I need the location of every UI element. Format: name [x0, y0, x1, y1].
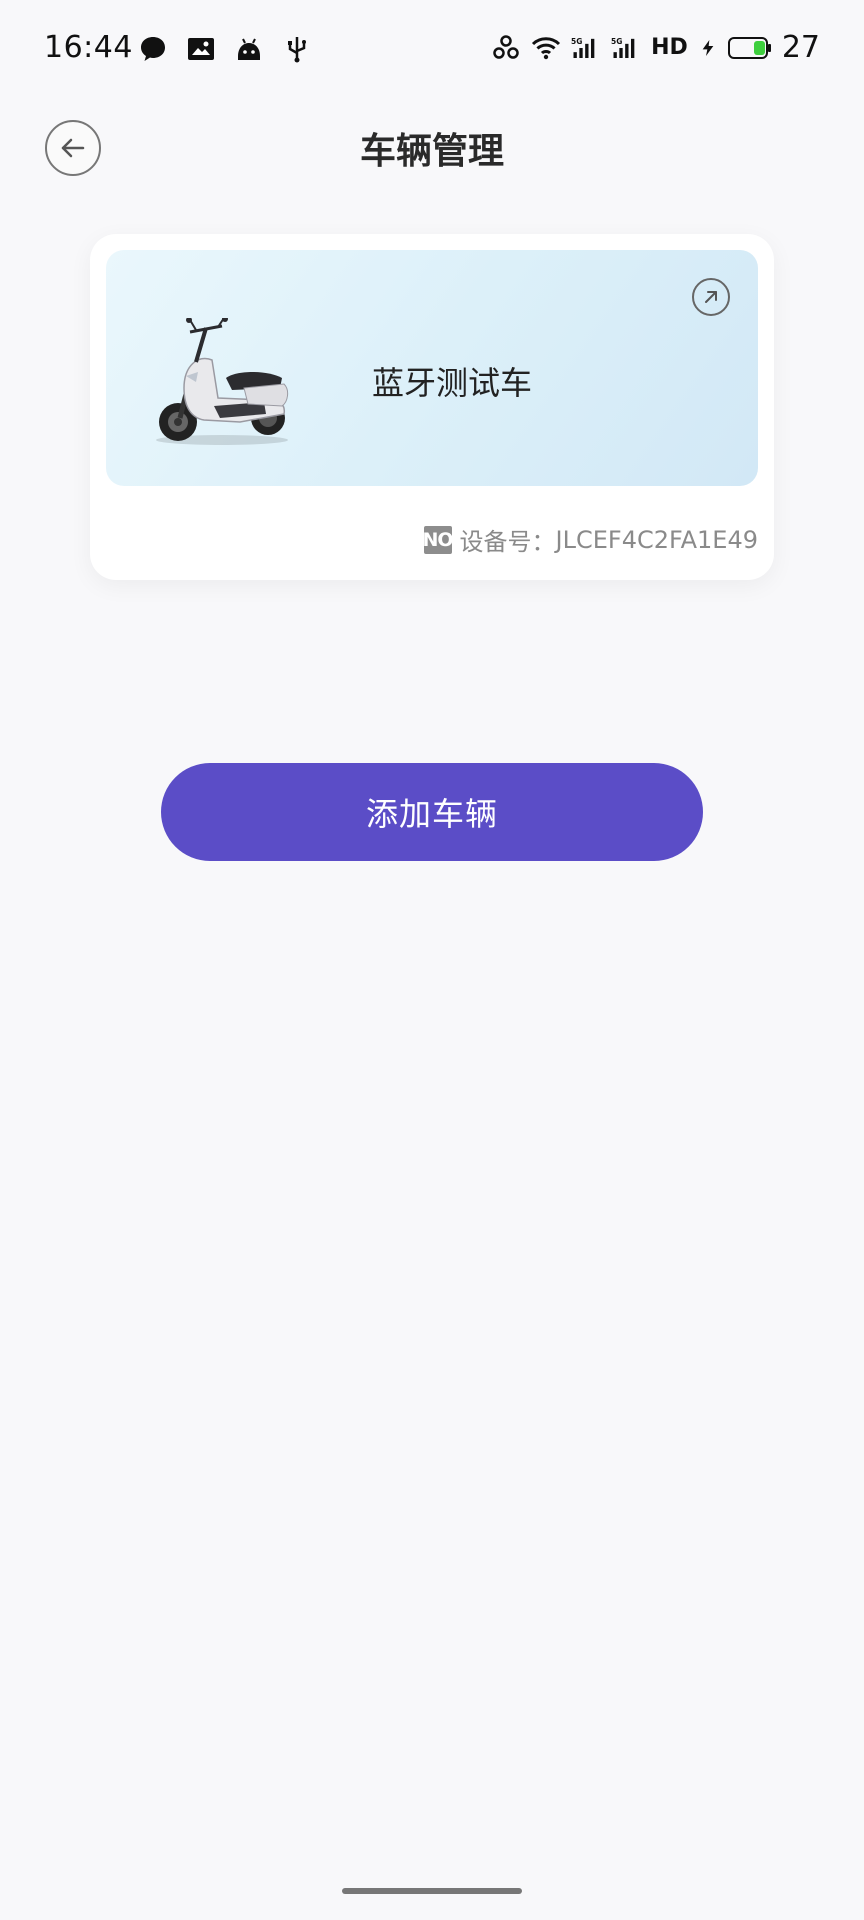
- svg-text:5G: 5G: [611, 36, 622, 45]
- scooter-image: [156, 318, 289, 445]
- charging-icon: [702, 39, 714, 56]
- usb-icon: [288, 37, 306, 63]
- battery-icon: [727, 36, 771, 59]
- signal-5g-icon: 5G: [611, 36, 635, 58]
- photo-icon: [188, 38, 214, 60]
- home-indicator[interactable]: [342, 1888, 522, 1894]
- number-icon: NO: [423, 525, 454, 554]
- android-icon: [238, 38, 260, 60]
- chat-bubble-icon: [141, 37, 165, 61]
- vehicle-banner[interactable]: 蓝牙测试车: [106, 250, 758, 486]
- device-label: 设备号：: [459, 528, 556, 556]
- battery-level: 27: [781, 30, 820, 65]
- device-id-row: NO 设备号： JLCEF4C2FA1E49: [423, 522, 758, 557]
- vehicle-card[interactable]: 蓝牙测试车 NO 设备号： JLCEF4C2FA1E49: [90, 234, 774, 580]
- arrow-up-right-icon: [705, 291, 717, 303]
- signal-5g-icon: 5G: [571, 36, 595, 58]
- open-vehicle-button[interactable]: [692, 278, 730, 316]
- page-title: 车辆管理: [359, 131, 504, 172]
- svg-text:5G: 5G: [571, 36, 582, 45]
- status-left-icons: [138, 34, 312, 64]
- status-right-icons: 5G 5G HD 27: [491, 30, 820, 65]
- add-vehicle-button[interactable]: 添加车辆: [161, 763, 703, 861]
- device-id: JLCEF4C2FA1E49: [555, 525, 758, 554]
- status-bar: 16:44 5G 5G HD 27: [0, 0, 864, 100]
- wifi-icon: [532, 36, 561, 59]
- vehicle-name: 蓝牙测试车: [372, 364, 533, 402]
- link-icon: [493, 34, 519, 59]
- status-time: 16:44: [44, 30, 133, 65]
- hd-icon: HD: [651, 35, 688, 60]
